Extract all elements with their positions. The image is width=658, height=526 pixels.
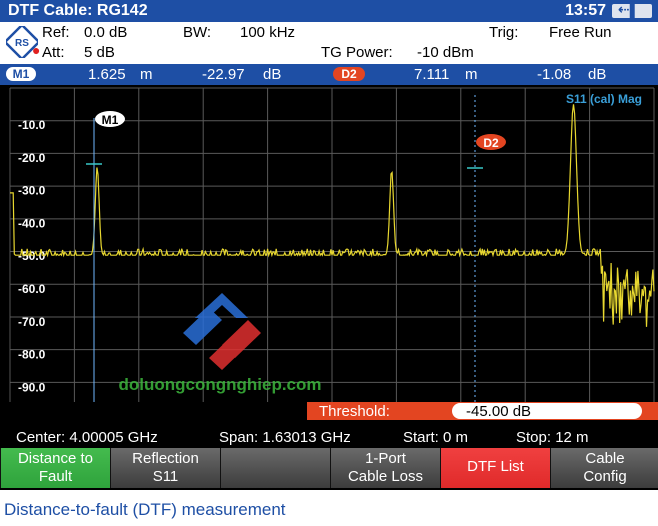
d2-position: 7.111 [414, 66, 450, 83]
y-tick-label: -30.0 [18, 184, 46, 198]
dtf-plot[interactable]: -10.0-20.0-30.0-40.0-50.0-60.0-70.0-80.0… [0, 85, 658, 430]
settings-panel: RS Ref: 0.0 dB ● Att: 5 dB BW: 100 kHz T… [0, 22, 658, 64]
softkey-distance-to-fault[interactable]: Distance to Fault [0, 448, 110, 488]
m1-level-unit: dB [263, 66, 282, 83]
att-value: 5 dB [84, 44, 115, 61]
softkey-empty[interactable] [220, 448, 330, 488]
d2-position-unit: m [465, 66, 478, 83]
y-axis-ticks: -10.0-20.0-30.0-40.0-50.0-60.0-70.0-80.0… [18, 118, 46, 394]
analyzer-screen: DTF Cable: RG142 13:57 ⇠▌ RS Ref: 0.0 dB… [0, 0, 658, 490]
span: Span: 1.63013 GHz [219, 429, 351, 446]
threshold-value: -45.00 dB [466, 403, 532, 420]
trace-label: S11 (cal) Mag [566, 92, 642, 106]
title-bar: DTF Cable: RG142 13:57 ⇠▌ [0, 0, 658, 22]
trig-label: Trig: [489, 24, 519, 41]
clock: 13:57 [565, 2, 606, 19]
d2-plot-label: D2 [483, 136, 499, 150]
ref-label: Ref: [42, 24, 70, 41]
tg-power-value: -10 dBm [417, 44, 474, 61]
stop-distance: Stop: 12 m [516, 429, 589, 446]
y-tick-label: -90.0 [18, 380, 46, 394]
marker-m1-badge[interactable]: M1 [6, 67, 36, 81]
softkey-dtf-list[interactable]: DTF List [440, 448, 550, 488]
center-frequency: Center: 4.00005 GHz [16, 429, 158, 446]
watermark-logo [183, 293, 261, 370]
figure-caption: Distance-to-fault (DTF) measurement [4, 500, 286, 519]
bw-label: BW: [183, 24, 212, 41]
frequency-bar: Center: 4.00005 GHz Span: 1.63013 GHz St… [0, 428, 658, 448]
y-tick-label: -70.0 [18, 315, 46, 329]
softkey-bar: Distance to Fault Reflection S11 1-Port Cab… [0, 448, 658, 490]
y-tick-label: -10.0 [18, 118, 46, 132]
m1-position: 1.625 [88, 66, 126, 83]
softkey-reflection[interactable]: Reflection S11 [110, 448, 220, 488]
y-tick-label: -60.0 [18, 282, 46, 296]
plot-grid [9, 87, 655, 402]
measurement-title: DTF Cable: RG142 [8, 2, 148, 19]
d2-level: -1.08 [537, 66, 572, 83]
threshold-label: Threshold: [319, 403, 390, 420]
battery-plug-icon: ⇠▌ [612, 1, 652, 18]
watermark-text: doluongcongnghiep.com [118, 375, 321, 394]
softkey-cable-loss[interactable]: 1-Port Cable Loss [330, 448, 440, 488]
marker-readout-bar: M1 1.625 m -22.97 dB D2 7.111 m -1.08 dB [0, 64, 658, 85]
marker-d2-badge[interactable]: D2 [333, 67, 365, 81]
threshold-bar[interactable]: Threshold: -45.00 dB [307, 402, 658, 420]
m1-position-unit: m [140, 66, 153, 83]
d2-level-unit: dB [588, 66, 607, 83]
threshold-input[interactable]: -45.00 dB [452, 403, 642, 420]
start-distance: Start: 0 m [403, 429, 469, 446]
ref-value: 0.0 dB [84, 24, 128, 41]
softkey-cable-config[interactable]: Cable Config [550, 448, 658, 488]
att-label: Att: [42, 44, 65, 61]
tg-power-label: TG Power: [321, 44, 393, 61]
y-tick-label: -40.0 [18, 216, 46, 230]
bw-value: 100 kHz [240, 24, 296, 41]
m1-plot-label: M1 [102, 113, 119, 127]
trig-value: Free Run [549, 24, 612, 41]
att-dot-icon: ● [32, 42, 41, 58]
y-tick-label: -20.0 [18, 151, 46, 165]
y-tick-label: -80.0 [18, 348, 46, 362]
svg-text:RS: RS [15, 38, 29, 49]
m1-level: -22.97 [202, 66, 245, 83]
